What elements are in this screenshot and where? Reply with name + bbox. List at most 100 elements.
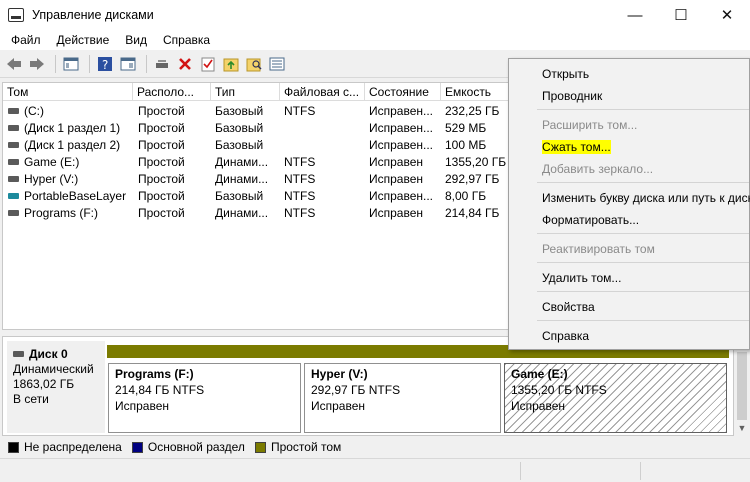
volume-status: Исправен... xyxy=(369,104,434,118)
partition-game[interactable]: Game (E:) 1355,20 ГБ NTFS Исправен xyxy=(503,345,729,433)
drive-icon xyxy=(8,108,19,115)
legend-unallocated: Не распределена xyxy=(24,440,122,454)
shrink-volume-label: Сжать том... xyxy=(542,140,611,154)
simple-volume-swatch xyxy=(254,441,266,453)
search-folder-icon[interactable] xyxy=(244,54,264,74)
volume-type: Базовый xyxy=(215,104,264,118)
menu-item-change-drive-letter[interactable]: Изменить букву диска или путь к диску... xyxy=(509,187,750,209)
disk-size: 1863,02 ГБ xyxy=(13,377,75,391)
volume-layout: Простой xyxy=(138,121,185,135)
menu-help[interactable]: Справка xyxy=(155,33,218,47)
title-bar: Управление дисками — ☐ ✕ xyxy=(0,0,750,30)
volume-layout: Простой xyxy=(138,189,185,203)
vhd-icon xyxy=(8,193,19,200)
column-header-type[interactable]: Тип xyxy=(211,83,280,101)
partition-status: Исправен xyxy=(511,399,566,413)
column-header-capacity[interactable]: Емкость xyxy=(441,83,511,101)
disk-status: В сети xyxy=(13,392,49,406)
volume-name: PortableBaseLayer xyxy=(24,189,127,203)
primary-partition-swatch xyxy=(131,441,143,453)
checklist-icon[interactable] xyxy=(198,54,218,74)
properties-panel-icon[interactable] xyxy=(118,54,138,74)
menu-item-help[interactable]: Справка xyxy=(509,325,750,347)
partition-status: Исправен xyxy=(311,399,366,413)
volume-status: Исправен xyxy=(369,206,424,220)
menu-action[interactable]: Действие xyxy=(49,33,118,47)
volume-layout: Простой xyxy=(138,104,185,118)
partition-name: Hyper (V:) xyxy=(311,367,368,381)
disk-map-scrollbar[interactable]: ▲ ▼ xyxy=(734,336,750,436)
menu-separator xyxy=(537,291,749,292)
menu-separator xyxy=(537,182,749,183)
volume-name: (Диск 1 раздел 1) xyxy=(24,121,121,135)
volume-status: Исправен... xyxy=(369,138,434,152)
volume-capacity: 232,25 ГБ xyxy=(445,104,500,118)
volume-status: Исправен xyxy=(369,172,424,186)
partition-size: 1355,20 ГБ NTFS xyxy=(511,383,607,397)
forward-icon[interactable] xyxy=(27,54,47,74)
volume-type: Базовый xyxy=(215,121,264,135)
volume-name: Programs (F:) xyxy=(24,206,99,220)
drive-icon xyxy=(8,159,19,166)
unallocated-swatch xyxy=(8,441,19,453)
legend: Не распределена Основной раздел Простой … xyxy=(0,437,750,457)
volume-layout: Простой xyxy=(138,172,185,186)
status-bar xyxy=(0,458,750,482)
back-icon[interactable] xyxy=(4,54,24,74)
menu-item-delete-volume[interactable]: Удалить том... xyxy=(509,267,750,289)
disk-name: Диск 0 xyxy=(29,347,68,361)
column-header-volume[interactable]: Том xyxy=(3,83,133,101)
scroll-down-icon[interactable]: ▼ xyxy=(734,420,750,436)
volume-filesystem: NTFS xyxy=(284,104,316,118)
minimize-button[interactable]: — xyxy=(612,0,658,30)
delete-icon[interactable] xyxy=(175,54,195,74)
menu-item-explorer[interactable]: Проводник xyxy=(509,85,750,107)
partition-size: 214,84 ГБ NTFS xyxy=(115,383,205,397)
volume-filesystem: NTFS xyxy=(284,206,316,220)
drive-icon xyxy=(8,176,19,183)
console-tree-icon[interactable] xyxy=(61,54,81,74)
menu-separator xyxy=(537,109,749,110)
column-header-filesystem[interactable]: Файловая с... xyxy=(280,83,365,101)
menu-item-properties[interactable]: Свойства xyxy=(509,296,750,318)
context-menu: Открыть Проводник Расширить том... Сжать… xyxy=(508,58,750,350)
import-icon[interactable] xyxy=(221,54,241,74)
connect-disk-icon[interactable] xyxy=(152,54,172,74)
volume-type: Базовый xyxy=(215,138,264,152)
menu-item-open[interactable]: Открыть xyxy=(509,63,750,85)
legend-simple-volume: Простой том xyxy=(270,440,342,454)
menu-file[interactable]: Файл xyxy=(3,33,49,47)
menu-item-format[interactable]: Форматировать... xyxy=(509,209,750,231)
volume-layout: Простой xyxy=(138,155,185,169)
maximize-button[interactable]: ☐ xyxy=(658,0,704,30)
partition-size: 292,97 ГБ NTFS xyxy=(311,383,401,397)
volume-filesystem: NTFS xyxy=(284,172,316,186)
legend-primary: Основной раздел xyxy=(147,440,245,454)
scroll-thumb[interactable] xyxy=(737,352,747,420)
volume-type: Динами... xyxy=(215,206,269,220)
volume-capacity: 529 МБ xyxy=(445,121,487,135)
disk-map: Диск 0 Динамический 1863,02 ГБ В сети Pr… xyxy=(2,336,734,436)
volume-capacity: 8,00 ГБ xyxy=(445,189,487,203)
list-view-icon[interactable] xyxy=(267,54,287,74)
toolbar-separator xyxy=(89,55,90,73)
partition-name: Game (E:) xyxy=(511,367,568,381)
column-header-status[interactable]: Состояние xyxy=(365,83,441,101)
volume-filesystem: NTFS xyxy=(284,155,316,169)
simple-volume-bar xyxy=(303,345,503,358)
disk-info[interactable]: Диск 0 Динамический 1863,02 ГБ В сети xyxy=(7,341,105,433)
menu-item-reactivate-volume: Реактивировать том xyxy=(542,242,655,256)
volume-name: Hyper (V:) xyxy=(24,172,79,186)
close-button[interactable]: ✕ xyxy=(704,0,750,30)
menu-view[interactable]: Вид xyxy=(117,33,155,47)
help-icon[interactable]: ? xyxy=(95,54,115,74)
partition-name: Programs (F:) xyxy=(115,367,194,381)
volume-name: (C:) xyxy=(24,104,44,118)
menu-item-shrink-volume[interactable]: Сжать том... xyxy=(509,136,750,158)
column-header-layout[interactable]: Располо... xyxy=(133,83,211,101)
partition-programs[interactable]: Programs (F:) 214,84 ГБ NTFS Исправен xyxy=(107,345,303,433)
disk-icon xyxy=(13,351,24,357)
status-separator xyxy=(520,462,521,480)
simple-volume-bar xyxy=(107,345,303,358)
partition-hyper[interactable]: Hyper (V:) 292,97 ГБ NTFS Исправен xyxy=(303,345,503,433)
